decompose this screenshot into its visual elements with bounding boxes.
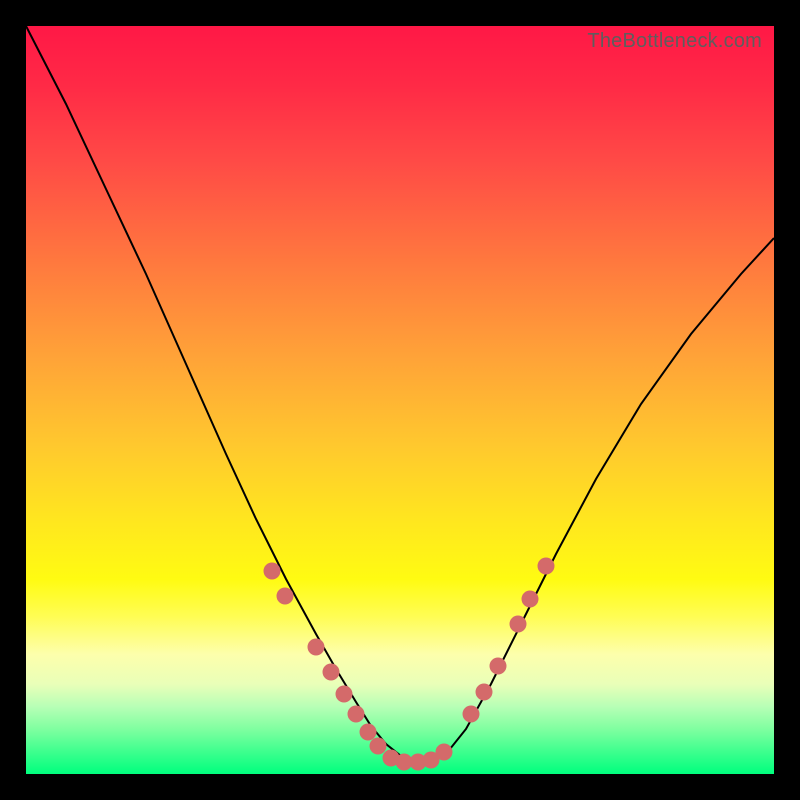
data-marker: [370, 738, 387, 755]
data-marker: [348, 706, 365, 723]
data-marker: [308, 639, 325, 656]
data-marker: [538, 558, 555, 575]
data-marker: [360, 724, 377, 741]
data-marker: [323, 664, 340, 681]
data-marker: [490, 658, 507, 675]
data-marker: [436, 744, 453, 761]
data-marker: [336, 686, 353, 703]
bottleneck-curve: [26, 26, 774, 762]
chart-svg: [26, 26, 774, 774]
data-marker: [510, 616, 527, 633]
data-marker: [522, 591, 539, 608]
chart-frame: TheBottleneck.com: [0, 0, 800, 800]
data-marker: [476, 684, 493, 701]
data-marker: [264, 563, 281, 580]
data-marker: [463, 706, 480, 723]
plot-area: TheBottleneck.com: [26, 26, 774, 774]
data-marker: [277, 588, 294, 605]
